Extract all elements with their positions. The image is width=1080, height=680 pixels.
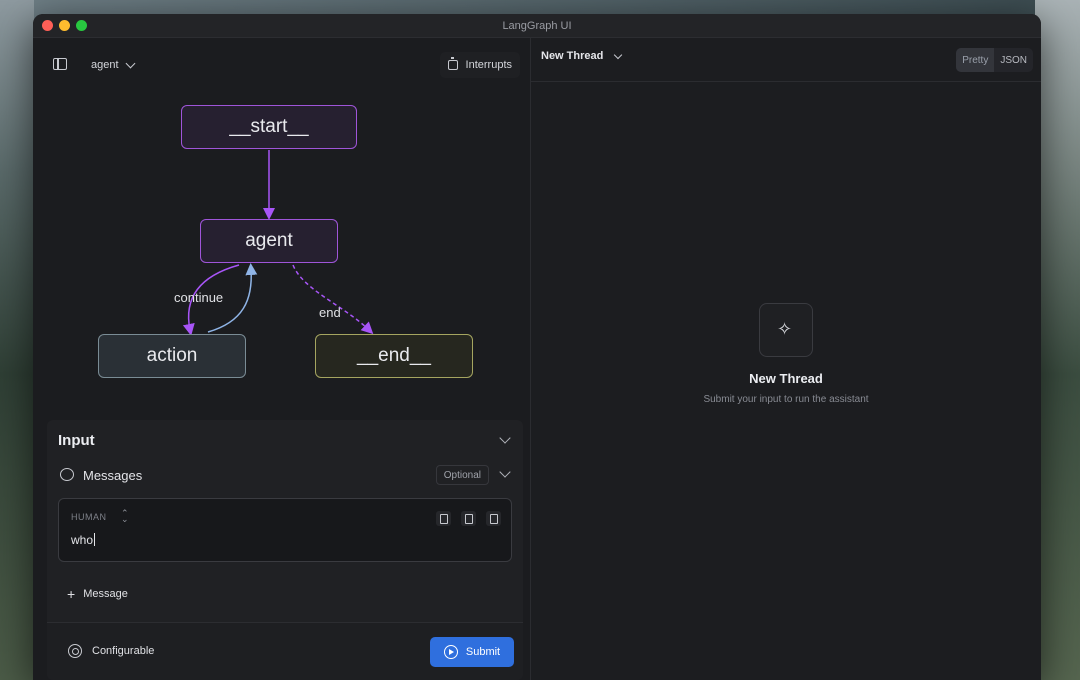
title-bar: LangGraph UI [33, 14, 1041, 38]
view-json-tab[interactable]: JSON [994, 48, 1033, 72]
empty-state-subtitle: Submit your input to run the assistant [703, 394, 869, 405]
message-role-label: HUMAN [71, 512, 107, 522]
desktop-background-left [0, 0, 34, 680]
plus-icon: + [67, 586, 76, 602]
input-title: Input [58, 432, 95, 449]
chat-bubble-icon [60, 468, 74, 481]
view-pretty-tab[interactable]: Pretty [956, 48, 995, 72]
messages-label: Messages [83, 468, 143, 483]
graph-selector[interactable]: agent [83, 53, 142, 77]
copy-icon[interactable] [461, 511, 476, 526]
graph-panel: agent Interrupts __start__ agent action … [33, 38, 531, 680]
chevron-down-icon [614, 50, 623, 59]
thread-selector[interactable]: New Thread [541, 50, 623, 62]
graph-node-action[interactable]: action [98, 334, 246, 378]
message-text-value: who [71, 533, 94, 547]
optional-badge: Optional [435, 465, 489, 485]
chevron-down-icon [125, 58, 135, 69]
message-card: HUMAN ⌃ ⌄ who [58, 498, 512, 562]
submit-button[interactable]: Submit [430, 637, 514, 667]
empty-state-title: New Thread [749, 371, 823, 386]
chevron-down-icon[interactable] [499, 466, 511, 478]
submit-label: Submit [465, 646, 501, 658]
interrupts-label: Interrupts [465, 59, 512, 71]
graph-node-agent[interactable]: agent [200, 219, 338, 263]
empty-thread-state: ✧ New Thread Submit your input to run th… [531, 303, 1041, 405]
drag-handle-icon[interactable] [486, 511, 501, 526]
sparkles-icon: ✧ [759, 303, 813, 357]
input-footer: Configurable Submit [47, 622, 523, 680]
graph-node-end[interactable]: __end__ [315, 334, 473, 378]
play-icon [443, 645, 458, 659]
graph-selector-label: agent [91, 59, 119, 71]
configurable-label: Configurable [92, 645, 155, 657]
sidebar-toggle-icon[interactable] [53, 58, 67, 70]
thread-selector-label: New Thread [541, 50, 604, 62]
text-caret [94, 533, 96, 546]
graph-canvas[interactable]: __start__ agent action __end__ continue … [33, 90, 531, 420]
graph-node-start[interactable]: __start__ [181, 105, 357, 149]
gear-icon [68, 644, 82, 658]
main-content: agent Interrupts __start__ agent action … [33, 38, 1041, 680]
graph-toolbar: agent Interrupts [33, 38, 530, 90]
bell-icon [447, 57, 458, 70]
interrupts-button[interactable]: Interrupts [439, 52, 520, 78]
thread-panel: New Thread Pretty JSON ✧ New Thread Subm… [531, 38, 1041, 680]
thread-toolbar: New Thread Pretty JSON [531, 38, 1041, 82]
delete-icon[interactable] [436, 511, 451, 526]
message-text-input[interactable]: who [71, 533, 96, 547]
add-message-label: Message [83, 588, 128, 600]
messages-field-header: Messages Optional [47, 462, 523, 496]
add-message-button[interactable]: + Message [67, 586, 128, 602]
desktop-background-right [1035, 0, 1080, 680]
input-header[interactable]: Input [47, 420, 523, 462]
app-window: LangGraph UI agent Interrupts __start__ … [33, 14, 1041, 680]
message-actions [436, 511, 501, 526]
edge-label-end: end [319, 305, 341, 320]
edge-label-continue: continue [174, 290, 224, 305]
chevron-down-icon[interactable] [499, 432, 511, 444]
edge-agent-end [292, 264, 374, 335]
window-title: LangGraph UI [502, 20, 572, 32]
configurable-button[interactable]: Configurable [68, 644, 154, 658]
role-switch-icon[interactable]: ⌃ ⌄ [121, 509, 129, 524]
view-mode-toggle: Pretty JSON [956, 48, 1033, 72]
